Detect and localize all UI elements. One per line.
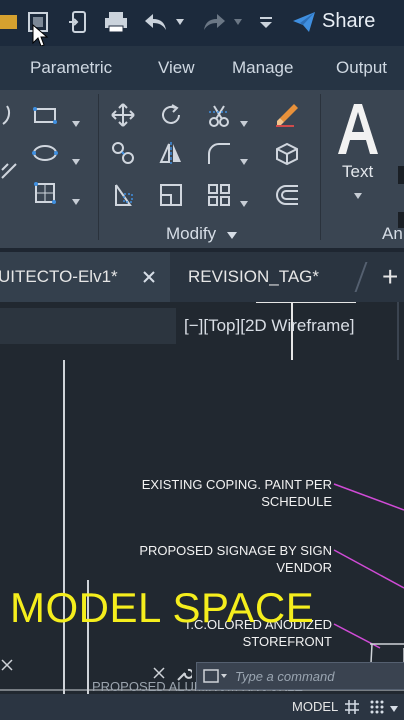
save-icon[interactable]	[0, 8, 22, 36]
close-icon[interactable]	[0, 658, 14, 672]
chevron-down-icon[interactable]	[230, 8, 246, 36]
text-tool-label[interactable]: Text	[342, 162, 373, 182]
close-icon[interactable]	[142, 270, 156, 284]
drawing-lines	[0, 302, 404, 720]
viewport-controls[interactable]: [−][Top][2D Wireframe]	[184, 316, 355, 336]
explode-icon[interactable]	[272, 138, 302, 168]
chevron-down-icon[interactable]	[172, 8, 188, 36]
rotate-icon[interactable]	[156, 100, 186, 130]
status-bar: MODEL	[0, 694, 404, 720]
modify-panel-label[interactable]: Modify	[166, 224, 237, 244]
stretch-icon[interactable]	[108, 180, 138, 210]
array-icon[interactable]	[204, 180, 234, 210]
ribbon-tab-bar: Parametric View Manage Output	[0, 46, 404, 90]
annotation-panel-label[interactable]: An	[382, 224, 403, 244]
chevron-down-icon[interactable]	[240, 194, 248, 207]
boundary-icon[interactable]	[30, 178, 60, 208]
command-prompt-icon	[203, 669, 227, 683]
overlay-caption: MODEL SPACE	[10, 584, 315, 631]
share-button[interactable]: Share	[292, 10, 375, 33]
erase-icon[interactable]	[272, 100, 302, 130]
phone-icon[interactable]	[64, 8, 92, 36]
chevron-down-icon[interactable]	[72, 114, 80, 127]
chevron-down-icon[interactable]	[240, 152, 248, 165]
undo-icon[interactable]	[142, 8, 170, 36]
snap-icon[interactable]	[370, 700, 384, 714]
tab-parametric[interactable]: Parametric	[30, 58, 112, 78]
command-input[interactable]: Type a command	[235, 669, 334, 684]
hatch-icon[interactable]	[0, 156, 24, 186]
chevron-down-icon[interactable]	[72, 192, 80, 205]
print-icon[interactable]	[102, 8, 130, 36]
arc-icon[interactable]	[0, 100, 26, 130]
quick-access-toolbar: Share	[0, 0, 404, 48]
tab-label: REVISION_TAG*	[188, 267, 319, 286]
chevron-down-icon[interactable]	[390, 706, 398, 712]
wrench-icon[interactable]	[176, 666, 192, 682]
mouse-cursor-icon	[30, 24, 50, 48]
fillet-icon[interactable]	[204, 138, 234, 168]
trim-icon[interactable]	[204, 100, 234, 130]
copy-icon[interactable]	[108, 138, 138, 168]
rectangle-icon[interactable]	[30, 100, 60, 130]
drawing-note: EXISTING COPING. PAINT PER SCHEDULE	[141, 477, 332, 509]
tab-elevation-file[interactable]: UITECTO-Elv1*	[0, 252, 170, 302]
tab-view[interactable]: View	[158, 58, 195, 78]
mirror-icon[interactable]	[156, 138, 186, 168]
chevron-down-icon[interactable]	[72, 152, 80, 165]
grid-icon[interactable]	[344, 699, 360, 715]
customize-icon[interactable]	[256, 8, 276, 36]
model-space-toggle[interactable]: MODEL	[292, 699, 338, 714]
document-tab-bar: UITECTO-Elv1* REVISION_TAG* +	[0, 252, 404, 302]
tab-revision-tag[interactable]: REVISION_TAG*	[188, 252, 319, 302]
chevron-down-icon[interactable]	[354, 186, 362, 199]
redo-icon[interactable]	[200, 8, 228, 36]
chevron-down-icon	[226, 232, 237, 239]
command-line[interactable]: Type a command	[196, 662, 404, 690]
close-icon[interactable]	[152, 666, 166, 680]
ribbon-panel: Text Modify An	[0, 90, 404, 248]
chevron-down-icon[interactable]	[240, 114, 248, 127]
tab-manage[interactable]: Manage	[232, 58, 293, 78]
tab-output[interactable]: Output	[336, 58, 387, 78]
offset-icon[interactable]	[272, 180, 302, 210]
scale-icon[interactable]	[156, 180, 186, 210]
move-icon[interactable]	[108, 100, 138, 130]
tab-label: UITECTO-Elv1*	[0, 267, 118, 286]
share-label: Share	[322, 10, 376, 32]
new-tab-button[interactable]: +	[382, 252, 398, 302]
text-tool-icon[interactable]	[334, 98, 384, 158]
drawing-note: PROPOSED SIGNAGE BY SIGN VENDOR	[139, 543, 332, 575]
ellipse-icon[interactable]	[30, 138, 60, 168]
drawing-canvas[interactable]: [−][Top][2D Wireframe] EXISTING COPING. …	[0, 302, 404, 720]
paper-plane-icon	[293, 11, 315, 32]
